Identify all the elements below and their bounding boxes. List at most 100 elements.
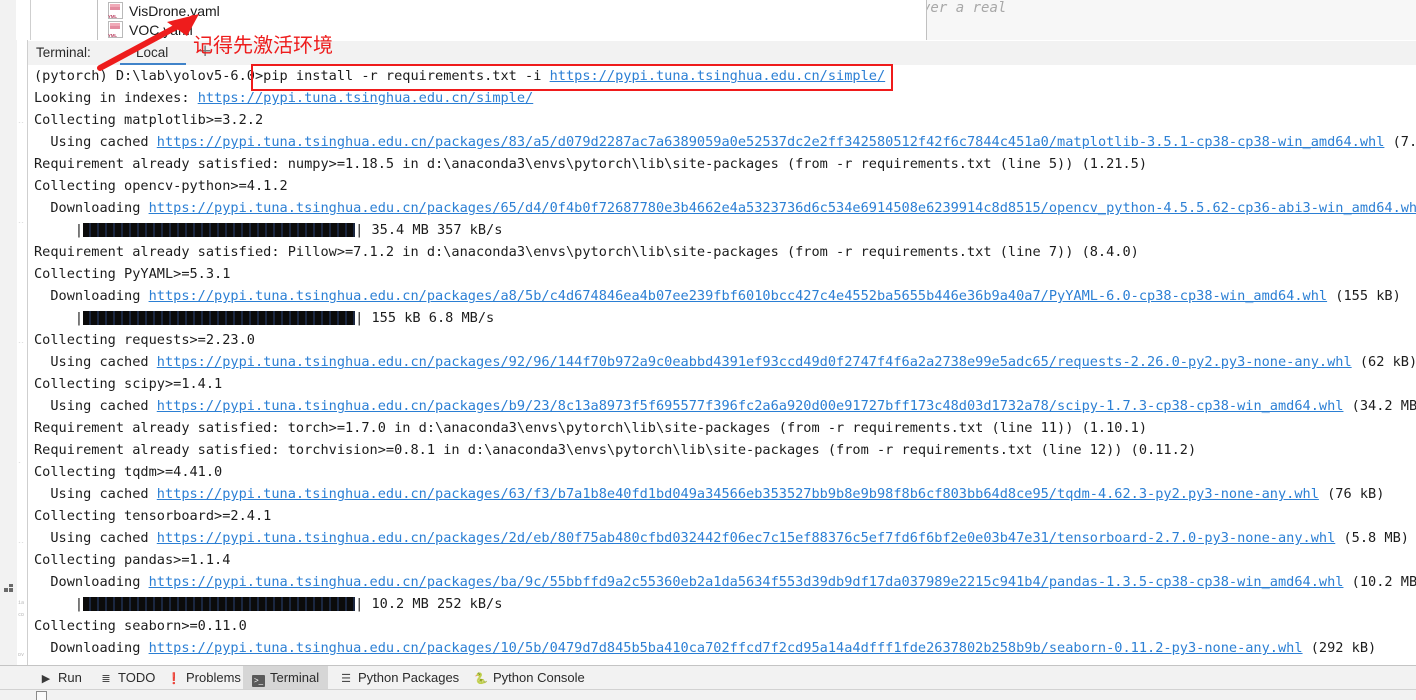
terminal-text: (62 kB) xyxy=(1351,354,1416,370)
tool-button-terminal[interactable]: >_ Terminal xyxy=(243,666,329,690)
terminal-line: Downloading https://pypi.tuna.tsinghua.e… xyxy=(34,285,1400,307)
terminal-label: Terminal: xyxy=(36,45,91,60)
terminal-text: Requirement already satisfied: numpy>=1.… xyxy=(34,156,1148,172)
terminal-link[interactable]: https://pypi.tuna.tsinghua.edu.cn/packag… xyxy=(157,134,1385,150)
terminal-line: Collecting tensorboard>=2.4.1 xyxy=(34,505,271,527)
terminal-link[interactable]: https://pypi.tuna.tsinghua.edu.cn/packag… xyxy=(157,530,1336,546)
terminal-line: | | 35.4 MB 357 kB/s xyxy=(34,219,503,241)
editor-minimap-rail: -- --- -- - -- ia cp py xyxy=(17,40,28,672)
terminal-text: Requirement already satisfied: Pillow>=7… xyxy=(34,244,1139,260)
terminal-link[interactable]: https://pypi.tuna.tsinghua.edu.cn/packag… xyxy=(149,640,1303,656)
terminal-line: Using cached https://pypi.tuna.tsinghua.… xyxy=(34,395,1416,417)
terminal-text: Requirement already satisfied: torch>=1.… xyxy=(34,420,1148,436)
terminal-text: Collecting requests>=2.23.0 xyxy=(34,332,255,348)
terminal-line: Requirement already satisfied: torch>=1.… xyxy=(34,417,1147,439)
terminal-line: Using cached https://pypi.tuna.tsinghua.… xyxy=(34,483,1384,505)
terminal-line: Collecting pandas>=1.1.4 xyxy=(34,549,230,571)
terminal-text: Using cached xyxy=(34,530,157,546)
terminal-text: (76 kB) xyxy=(1318,486,1385,502)
terminal-line: Collecting scipy>=1.4.1 xyxy=(34,373,222,395)
terminal-line: Looking in indexes: https://pypi.tuna.ts… xyxy=(34,87,533,109)
progress-bar xyxy=(83,223,356,237)
terminal-text: Using cached xyxy=(34,398,157,414)
terminal-text: Using cached xyxy=(34,486,157,502)
progress-prefix: | xyxy=(34,596,84,612)
play-icon: ▶ xyxy=(41,673,51,685)
terminal-text: Collecting tensorboard>=2.4.1 xyxy=(34,508,272,524)
progress-suffix: | 10.2 MB 252 kB/s xyxy=(355,596,503,612)
terminal-line: Requirement already satisfied: Pillow>=7… xyxy=(34,241,1139,263)
terminal-text: Collecting pandas>=1.1.4 xyxy=(34,552,231,568)
editor-secondary-rail xyxy=(16,0,31,40)
tool-button-python-console[interactable]: 🐍 Python Console xyxy=(465,666,594,690)
terminal-line: Downloading https://pypi.tuna.tsinghua.e… xyxy=(34,637,1376,659)
terminal-text: (7.2 MB) xyxy=(1392,134,1416,150)
tool-window-bar: ▶ Run ≣ TODO ❗ Problems >_ Terminal ☰ Python … xyxy=(0,665,1416,690)
list-icon: ≣ xyxy=(101,673,111,685)
progress-prefix: | xyxy=(34,222,84,238)
tool-button-todo[interactable]: ≣ TODO xyxy=(90,666,164,690)
terminal-text: Using cached xyxy=(34,354,157,370)
progress-suffix: | 155 kB 6.8 MB/s xyxy=(355,310,495,326)
terminal-text: Collecting tqdm>=4.41.0 xyxy=(34,464,223,480)
terminal-line: | | 155 kB 6.8 MB/s xyxy=(34,307,494,329)
warning-icon: ❗ xyxy=(167,673,181,685)
terminal-text: Downloading xyxy=(34,200,149,216)
python-icon: 🐍 xyxy=(474,673,488,685)
terminal-text: Downloading xyxy=(34,640,149,656)
packages-icon: ☰ xyxy=(341,673,351,685)
terminal-text: Collecting seaborn>=0.11.0 xyxy=(34,618,247,634)
terminal-line: Using cached https://pypi.tuna.tsinghua.… xyxy=(34,131,1416,153)
tool-button-problems[interactable]: ❗ Problems xyxy=(158,666,250,690)
terminal-text: (34.2 MB) xyxy=(1351,398,1416,414)
terminal-icon: >_ xyxy=(252,675,265,687)
terminal-line: Downloading https://pypi.tuna.tsinghua.e… xyxy=(34,571,1416,593)
tool-button-label: Terminal xyxy=(270,670,320,685)
terminal-link[interactable]: https://pypi.tuna.tsinghua.edu.cn/packag… xyxy=(157,354,1352,370)
progress-prefix: | xyxy=(34,310,84,326)
terminal-link[interactable]: https://pypi.tuna.tsinghua.edu.cn/simple… xyxy=(198,90,534,106)
terminal-line: Collecting tqdm>=4.41.0 xyxy=(34,461,222,483)
tool-button-label: Problems xyxy=(186,670,241,685)
terminal-line: Collecting opencv-python>=4.1.2 xyxy=(34,175,288,197)
terminal-text: Downloading xyxy=(34,574,149,590)
tool-button-label: TODO xyxy=(118,670,156,685)
terminal-link[interactable]: https://pypi.tuna.tsinghua.edu.cn/packag… xyxy=(149,574,1344,590)
structure-icon xyxy=(4,584,14,593)
terminal-text: Using cached xyxy=(34,134,157,150)
terminal-text: Collecting PyYAML>=5.3.1 xyxy=(34,266,231,282)
terminal-text: (292 kB) xyxy=(1302,640,1377,656)
progress-suffix: | 35.4 MB 357 kB/s xyxy=(355,222,503,238)
progress-bar xyxy=(83,597,356,611)
terminal-link[interactable]: https://pypi.tuna.tsinghua.edu.cn/packag… xyxy=(157,398,1344,414)
left-tool-rail: Structure Favorites ★ xyxy=(0,40,34,700)
terminal-line: Collecting requests>=2.23.0 xyxy=(34,329,255,351)
terminal-line: Collecting seaborn>=0.11.0 xyxy=(34,615,247,637)
terminal-text: (10.2 MB) xyxy=(1351,574,1416,590)
terminal-line: Collecting PyYAML>=5.3.1 xyxy=(34,263,230,285)
tool-button-label: Python Console xyxy=(493,670,585,685)
terminal-line: Downloading https://pypi.tuna.tsinghua.e… xyxy=(34,197,1416,219)
terminal-link[interactable]: https://pypi.tuna.tsinghua.edu.cn/packag… xyxy=(149,288,1328,304)
terminal-text: Downloading xyxy=(34,288,149,304)
terminal-link[interactable]: https://pypi.tuna.tsinghua.edu.cn/simple… xyxy=(550,68,886,84)
terminal-line: Requirement already satisfied: numpy>=1.… xyxy=(34,153,1147,175)
editor-left-rail xyxy=(0,0,17,40)
terminal-text: Collecting opencv-python>=4.1.2 xyxy=(34,178,288,194)
terminal-line: Using cached https://pypi.tuna.tsinghua.… xyxy=(34,527,1409,549)
terminal-console-output[interactable]: (pytorch) D:\lab\yolov5-6.0>pip install … xyxy=(28,65,1416,665)
terminal-line: Using cached https://pypi.tuna.tsinghua.… xyxy=(34,351,1416,373)
terminal-text: Looking in indexes: xyxy=(34,90,198,106)
status-indicator-box[interactable] xyxy=(36,691,47,700)
progress-bar xyxy=(83,311,356,325)
red-arrow-icon xyxy=(97,14,199,71)
terminal-text: (5.8 MB) xyxy=(1335,530,1409,546)
tool-button-python-packages[interactable]: ☰ Python Packages xyxy=(330,666,468,690)
terminal-link[interactable]: https://pypi.tuna.tsinghua.edu.cn/packag… xyxy=(157,486,1319,502)
terminal-text: Requirement already satisfied: torchvisi… xyxy=(34,442,1197,458)
tool-button-label: Run xyxy=(58,670,82,685)
terminal-text: Collecting matplotlib>=3.2.2 xyxy=(34,112,264,128)
ide-window: 481 Note that :func:`torch.view_as_real`… xyxy=(0,0,1416,700)
tool-button-run[interactable]: ▶ Run xyxy=(30,666,91,690)
terminal-link[interactable]: https://pypi.tuna.tsinghua.edu.cn/packag… xyxy=(149,200,1416,216)
